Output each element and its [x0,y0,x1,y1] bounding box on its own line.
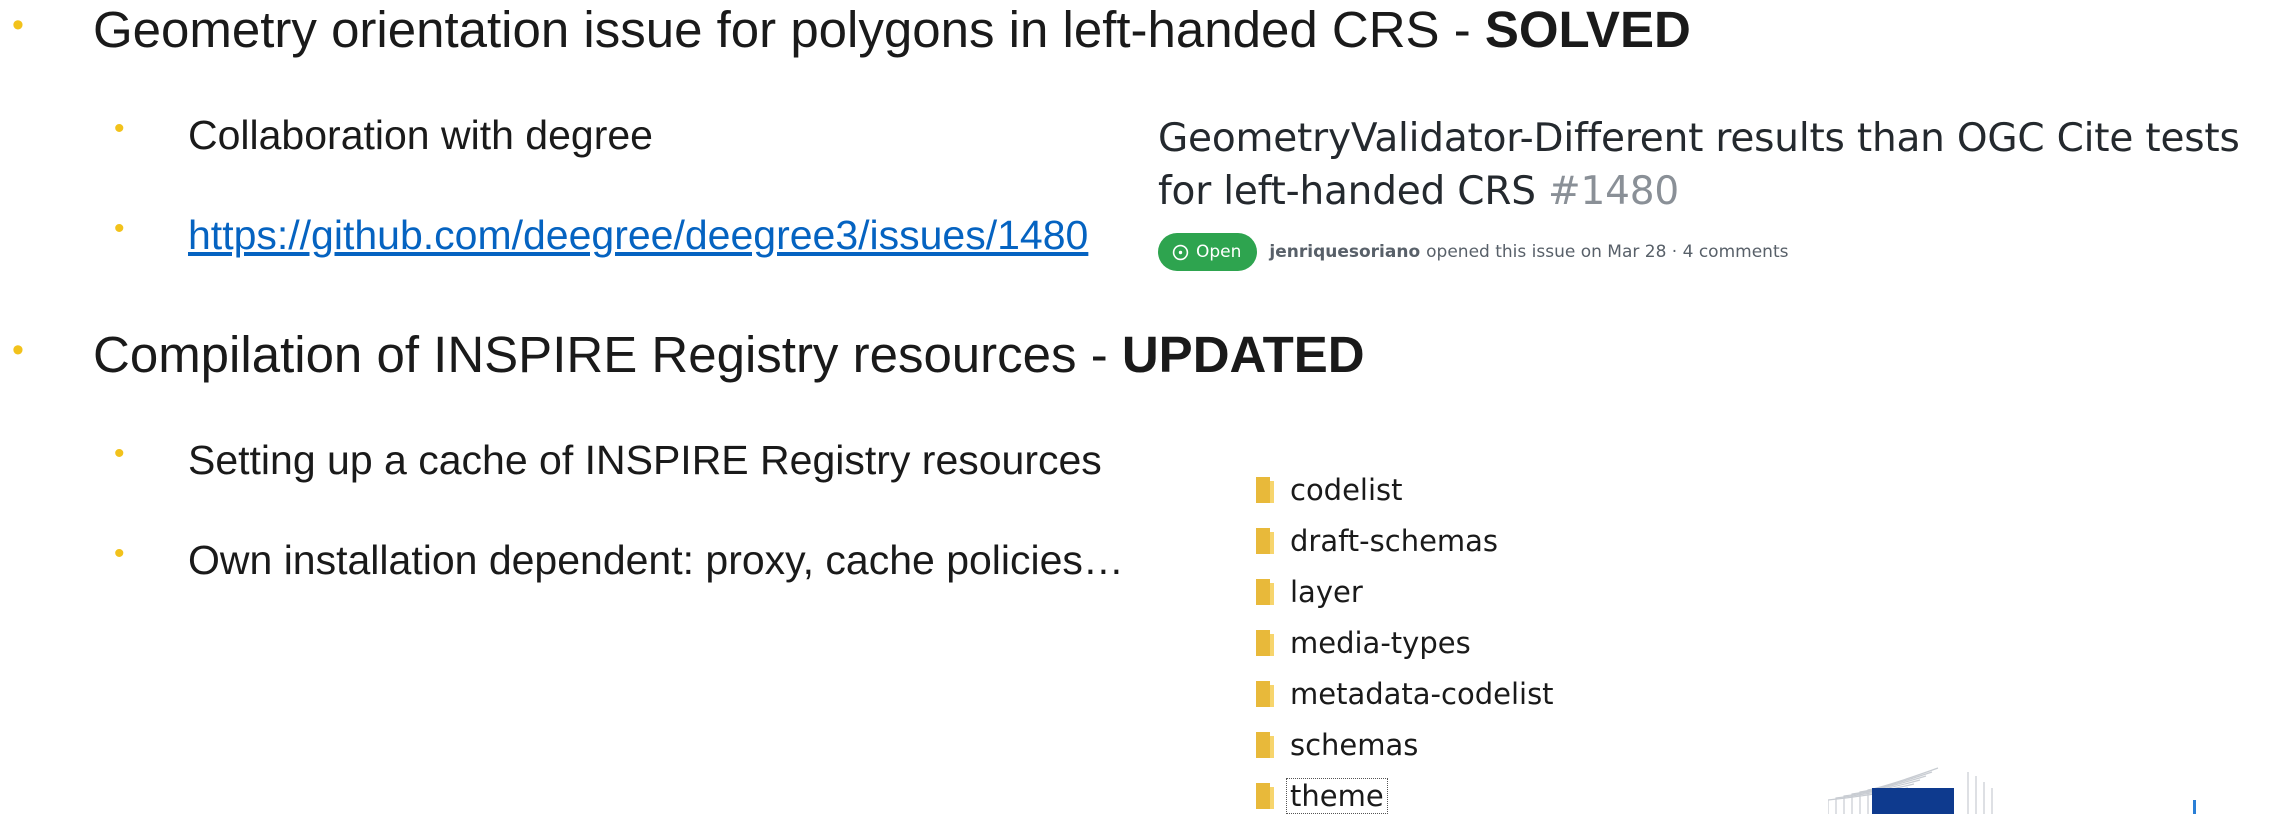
folder-item-selected[interactable]: theme [1256,770,1554,821]
list-item: Collaboration with degree [188,112,653,158]
folder-item[interactable]: layer [1256,566,1554,617]
folder-icon [1256,680,1274,707]
bullet-marker: • [114,437,125,470]
folder-item[interactable]: schemas [1256,719,1554,770]
folder-item[interactable]: media-types [1256,617,1554,668]
folder-name: schemas [1290,727,1419,762]
folder-icon [1256,527,1274,554]
bullet-marker: • [114,212,125,245]
list-item: Own installation dependent: proxy, cache… [188,537,1124,583]
folder-icon [1256,782,1274,809]
issue-number: #1480 [1548,169,1679,214]
bullet-marker: • [12,331,24,369]
issue-author[interactable]: jenriquesoriano [1269,242,1420,262]
issue-opened-icon [1172,244,1189,260]
folder-item[interactable]: draft-schemas [1256,515,1554,566]
folder-name: layer [1290,574,1363,609]
issue-title: GeometryValidator-Different results than… [1158,112,2278,218]
folder-name: draft-schemas [1290,523,1499,558]
folder-name: theme [1286,777,1388,814]
list-item: Setting up a cache of INSPIRE Registry r… [188,437,1102,483]
section-heading-geometry: Geometry orientation issue for polygons … [93,2,1691,58]
issue-title-text: GeometryValidator-Different results than… [1158,116,2240,214]
folder-icon [1256,731,1274,758]
folder-name: media-types [1290,625,1471,660]
folder-icon [1256,578,1274,605]
folder-name: metadata-codelist [1290,676,1554,711]
issue-link[interactable]: https://github.com/deegree/deegree3/issu… [188,211,1088,259]
folder-item[interactable]: codelist [1256,464,1554,515]
folder-list: codelist draft-schemas layer media-types… [1256,464,1554,821]
section-title: Compilation of INSPIRE Registry resource… [93,326,1122,383]
section-heading-registry: Compilation of INSPIRE Registry resource… [93,327,1365,383]
issue-state-badge: Open [1158,233,1258,271]
issue-state-label: Open [1196,242,1242,262]
issue-meta-text: opened this issue on Mar 28 · 4 comments [1426,242,1789,262]
status-label: SOLVED [1484,1,1691,58]
bullet-marker: • [114,112,125,145]
issue-meta: Open jenriquesoriano opened this issue o… [1158,233,1788,271]
folder-icon [1256,476,1274,503]
status-label: UPDATED [1121,326,1365,383]
section-title: Geometry orientation issue for polygons … [93,1,1485,58]
bullet-marker: • [114,537,125,570]
folder-item[interactable]: metadata-codelist [1256,668,1554,719]
bullet-marker: • [12,6,24,44]
folder-icon [1256,629,1274,656]
european-commission-logo [1828,767,2196,814]
folder-name: codelist [1290,472,1403,507]
